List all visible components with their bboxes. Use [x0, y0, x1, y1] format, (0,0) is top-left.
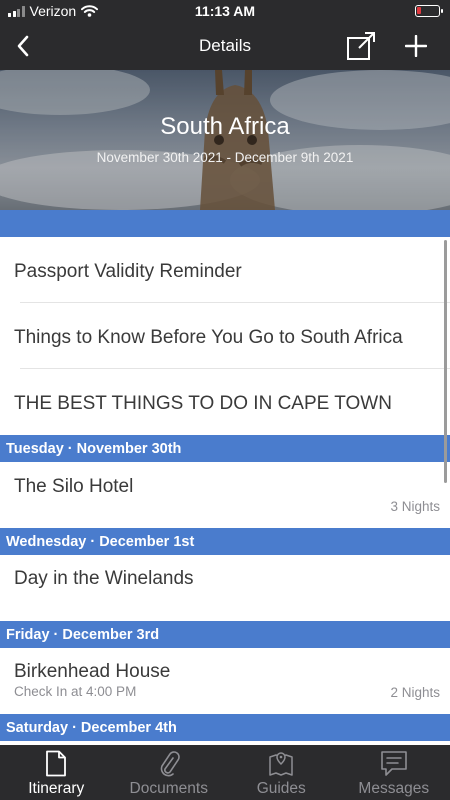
guide-title: Passport Validity Reminder [14, 261, 242, 282]
status-bar: Verizon 11:13 AM [0, 0, 450, 22]
map-pin-icon [269, 752, 293, 776]
trip-dates: November 30th 2021 - December 9th 2021 [96, 150, 354, 165]
check-in-time: Check In at 4:00 PM [14, 684, 137, 699]
item-title: The Silo Hotel [14, 476, 134, 497]
day-header: Tuesday · November 30th [0, 435, 450, 462]
document-icon [46, 750, 67, 777]
day-header: Friday · December 3rd [0, 621, 450, 648]
itinerary-item-birkenhead[interactable]: Birkenhead House Check In at 4:00 PM 2 N… [0, 648, 450, 714]
battery-fill [417, 7, 421, 14]
day-header: Wednesday · December 1st [0, 528, 450, 555]
nights-count: 3 Nights [390, 499, 440, 514]
tab-guides[interactable]: Guides [225, 745, 338, 800]
chat-bubble-icon [380, 751, 407, 776]
guide-row-cape-town[interactable]: THE BEST THINGS TO DO IN CAPE TOWN [0, 369, 450, 435]
guide-title: THE BEST THINGS TO DO IN CAPE TOWN [14, 393, 392, 414]
paperclip-icon [160, 751, 180, 777]
trip-hero-banner: South Africa November 30th 2021 - Decemb… [0, 70, 450, 210]
tab-label: Documents [129, 780, 208, 797]
page-title: Details [199, 36, 251, 55]
status-time: 11:13 AM [194, 3, 256, 19]
plus-icon [405, 35, 427, 57]
tab-label: Messages [358, 780, 430, 797]
item-title: Day in the Winelands [14, 568, 194, 589]
guides-section-header [0, 210, 450, 237]
tab-label: Itinerary [28, 780, 85, 797]
item-title: Birkenhead House [14, 661, 171, 682]
itinerary-item-winelands[interactable]: Day in the Winelands [0, 555, 450, 621]
day-header: Saturday · December 4th [0, 714, 450, 741]
scrollbar[interactable] [444, 240, 447, 483]
tab-bar: Itinerary Documents Guides Messages [0, 745, 450, 800]
itinerary-list: Passport Validity Reminder Things to Kno… [0, 237, 450, 741]
nights-count: 2 Nights [390, 685, 440, 700]
guide-row-passport[interactable]: Passport Validity Reminder [0, 237, 450, 303]
nav-bar: Details [0, 22, 450, 70]
tab-messages[interactable]: Messages [338, 745, 450, 800]
trip-title: South Africa [160, 113, 290, 140]
guide-title: Things to Know Before You Go to South Af… [14, 327, 403, 348]
tab-label: Guides [256, 780, 306, 797]
battery-icon [415, 5, 443, 17]
tab-itinerary[interactable]: Itinerary [0, 745, 113, 800]
share-icon [347, 32, 375, 60]
itinerary-item-silo-hotel[interactable]: The Silo Hotel 3 Nights [0, 462, 450, 528]
share-button[interactable] [344, 30, 378, 62]
add-button[interactable] [399, 30, 433, 62]
guide-row-things-to-know[interactable]: Things to Know Before You Go to South Af… [0, 303, 450, 369]
tab-documents[interactable]: Documents [113, 745, 226, 800]
